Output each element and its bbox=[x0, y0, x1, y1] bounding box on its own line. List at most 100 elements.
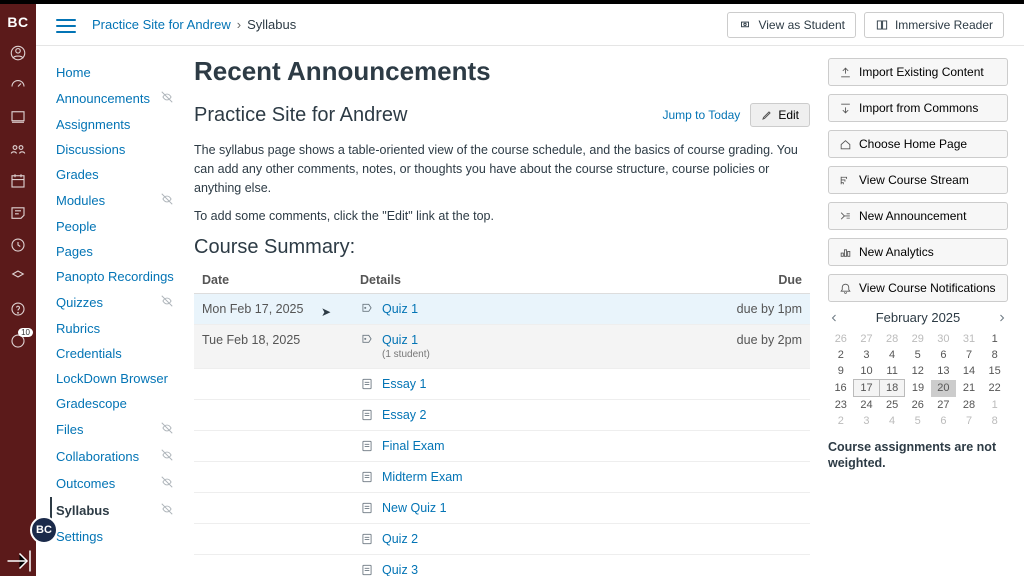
view-as-student-button[interactable]: View as Student bbox=[727, 12, 856, 38]
groups-icon[interactable] bbox=[9, 140, 27, 158]
course-nav-item[interactable]: Modules bbox=[50, 187, 184, 214]
cal-day[interactable]: 28 bbox=[956, 397, 982, 414]
cal-day[interactable]: 1 bbox=[982, 331, 1008, 347]
cal-day[interactable]: 29 bbox=[905, 331, 931, 347]
course-nav-item[interactable]: Files bbox=[50, 416, 184, 443]
course-nav-item[interactable]: Home bbox=[50, 60, 184, 85]
cal-day[interactable]: 13 bbox=[931, 363, 957, 380]
course-nav-item[interactable]: People bbox=[50, 214, 184, 239]
account-icon[interactable] bbox=[9, 44, 27, 62]
hamburger-icon[interactable] bbox=[56, 15, 76, 35]
cal-day[interactable]: 27 bbox=[931, 397, 957, 414]
cal-prev-icon[interactable] bbox=[828, 312, 840, 324]
sidebar-action-button[interactable]: View Course Notifications bbox=[828, 274, 1008, 302]
help-icon[interactable] bbox=[9, 300, 27, 318]
cal-day[interactable]: 15 bbox=[982, 363, 1008, 380]
course-nav-item[interactable]: Syllabus bbox=[50, 497, 184, 524]
calendar-icon[interactable] bbox=[9, 172, 27, 190]
cal-day[interactable]: 8 bbox=[982, 413, 1008, 429]
cal-day[interactable]: 6 bbox=[931, 347, 957, 363]
cal-day[interactable]: 25 bbox=[879, 397, 905, 414]
commons-icon[interactable] bbox=[9, 268, 27, 286]
cal-day[interactable]: 3 bbox=[854, 347, 880, 363]
course-nav-item[interactable]: Credentials bbox=[50, 341, 184, 366]
course-nav-item[interactable]: LockDown Browser bbox=[50, 366, 184, 391]
assignment-link[interactable]: Quiz 3 bbox=[382, 563, 418, 576]
assignment-link[interactable]: Quiz 1 bbox=[382, 333, 418, 347]
cal-day[interactable]: 5 bbox=[905, 413, 931, 429]
cal-day[interactable]: 4 bbox=[879, 347, 905, 363]
sidebar-action-button[interactable]: Import from Commons bbox=[828, 94, 1008, 122]
cal-day[interactable]: 4 bbox=[879, 413, 905, 429]
cal-day[interactable]: 7 bbox=[956, 347, 982, 363]
sidebar-action-button[interactable]: New Announcement bbox=[828, 202, 1008, 230]
cal-day[interactable]: 21 bbox=[956, 380, 982, 397]
cal-day[interactable]: 28 bbox=[879, 331, 905, 347]
cal-day[interactable]: 2 bbox=[828, 347, 854, 363]
cal-day[interactable]: 16 bbox=[828, 380, 854, 397]
course-nav-item[interactable]: Rubrics bbox=[50, 316, 184, 341]
bc-floating-badge[interactable]: BC bbox=[30, 516, 58, 544]
cal-day[interactable]: 20 bbox=[931, 380, 957, 397]
cal-day[interactable]: 9 bbox=[828, 363, 854, 380]
cal-day[interactable]: 23 bbox=[828, 397, 854, 414]
cal-day[interactable]: 17 bbox=[854, 380, 880, 397]
cal-day[interactable]: 18 bbox=[879, 380, 905, 397]
course-nav-item[interactable]: Settings bbox=[50, 524, 184, 549]
sidebar-action-button[interactable]: View Course Stream bbox=[828, 166, 1008, 194]
dashboard-icon[interactable] bbox=[9, 76, 27, 94]
col-due[interactable]: Due bbox=[710, 267, 810, 294]
cal-day[interactable]: 12 bbox=[905, 363, 931, 380]
cal-day[interactable]: 6 bbox=[931, 413, 957, 429]
course-nav-item[interactable]: Announcements bbox=[50, 85, 184, 112]
cal-day[interactable]: 22 bbox=[982, 380, 1008, 397]
course-nav-item[interactable]: Gradescope bbox=[50, 391, 184, 416]
course-nav-item[interactable]: Grades bbox=[50, 162, 184, 187]
brand-logo[interactable]: BC bbox=[7, 14, 28, 30]
cal-day[interactable]: 26 bbox=[905, 397, 931, 414]
assignment-link[interactable]: Quiz 2 bbox=[382, 532, 418, 546]
cal-day[interactable]: 8 bbox=[982, 347, 1008, 363]
courses-icon[interactable] bbox=[9, 108, 27, 126]
cal-day[interactable]: 19 bbox=[905, 380, 931, 397]
notifications-icon[interactable] bbox=[9, 332, 27, 353]
assignment-link[interactable]: Quiz 1 bbox=[382, 302, 418, 316]
assignment-link[interactable]: Essay 1 bbox=[382, 377, 426, 391]
immersive-reader-button[interactable]: Immersive Reader bbox=[864, 12, 1004, 38]
cal-day[interactable]: 26 bbox=[828, 331, 854, 347]
inbox-icon[interactable] bbox=[9, 204, 27, 222]
cal-day[interactable]: 14 bbox=[956, 363, 982, 380]
cal-day[interactable]: 11 bbox=[879, 363, 905, 380]
cal-day[interactable]: 2 bbox=[828, 413, 854, 429]
course-nav-item[interactable]: Discussions bbox=[50, 137, 184, 162]
cal-day[interactable]: 7 bbox=[956, 413, 982, 429]
sidebar-action-button[interactable]: New Analytics bbox=[828, 238, 1008, 266]
rail-collapse[interactable] bbox=[0, 546, 36, 576]
cal-day[interactable]: 3 bbox=[854, 413, 880, 429]
col-date[interactable]: Date bbox=[194, 267, 352, 294]
cal-day[interactable]: 30 bbox=[931, 331, 957, 347]
assignment-link[interactable]: Final Exam bbox=[382, 439, 445, 453]
course-nav-item[interactable]: Panopto Recordings bbox=[50, 264, 184, 289]
col-details[interactable]: Details bbox=[352, 267, 710, 294]
course-nav-item[interactable]: Collaborations bbox=[50, 443, 184, 470]
history-icon[interactable] bbox=[9, 236, 27, 254]
cal-day[interactable]: 31 bbox=[956, 331, 982, 347]
course-nav-item[interactable]: Outcomes bbox=[50, 470, 184, 497]
cal-day[interactable]: 27 bbox=[854, 331, 880, 347]
jump-to-today-link[interactable]: Jump to Today bbox=[662, 108, 740, 122]
edit-button[interactable]: Edit bbox=[750, 103, 810, 127]
course-nav-item[interactable]: Pages bbox=[50, 239, 184, 264]
sidebar-action-button[interactable]: Import Existing Content bbox=[828, 58, 1008, 86]
assignment-link[interactable]: Midterm Exam bbox=[382, 470, 463, 484]
cal-day[interactable]: 10 bbox=[854, 363, 880, 380]
course-nav-item[interactable]: Quizzes bbox=[50, 289, 184, 316]
cal-day[interactable]: 5 bbox=[905, 347, 931, 363]
assignment-link[interactable]: New Quiz 1 bbox=[382, 501, 447, 515]
sidebar-action-button[interactable]: Choose Home Page bbox=[828, 130, 1008, 158]
assignment-link[interactable]: Essay 2 bbox=[382, 408, 426, 422]
cal-day[interactable]: 1 bbox=[982, 397, 1008, 414]
cal-day[interactable]: 24 bbox=[854, 397, 880, 414]
cal-next-icon[interactable] bbox=[996, 312, 1008, 324]
course-nav-item[interactable]: Assignments bbox=[50, 112, 184, 137]
